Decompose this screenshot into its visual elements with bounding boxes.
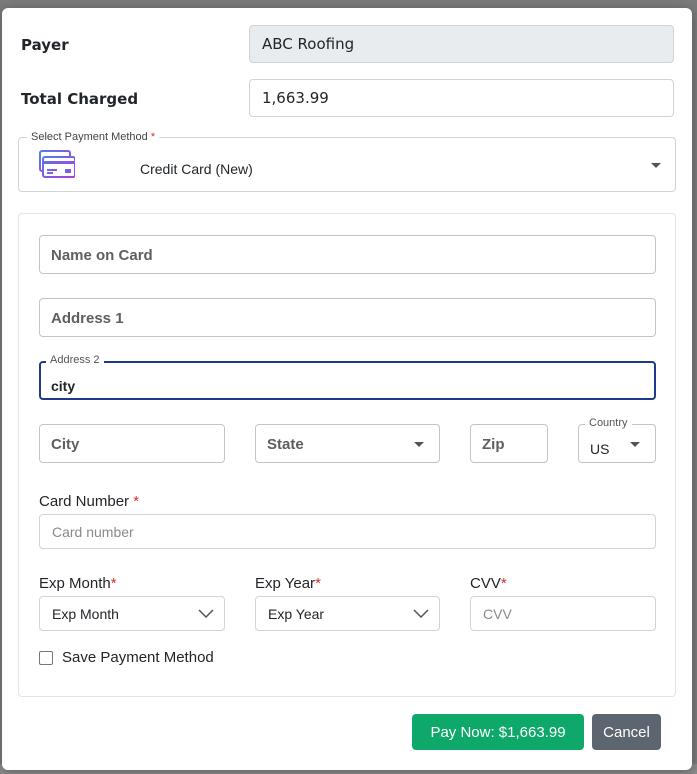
payment-modal: Payer ABC Roofing Total Charged 1,663.99… <box>2 8 692 770</box>
total-charged-field[interactable]: 1,663.99 <box>249 79 674 117</box>
exp-month-select[interactable]: Exp Month <box>39 596 225 631</box>
zip-placeholder: Zip <box>482 436 505 453</box>
exp-month-value: Exp Month <box>52 605 119 622</box>
chevron-down-icon <box>413 609 429 618</box>
address2-label: Address 2 <box>46 354 104 366</box>
address2-input[interactable]: Address 2 city <box>39 354 656 400</box>
cvv-label: CVV* <box>470 575 507 592</box>
address1-input[interactable]: Address 1 <box>39 298 656 337</box>
chevron-down-icon <box>198 609 214 618</box>
city-input[interactable]: City <box>39 424 225 463</box>
save-payment-method-label: Save Payment Method <box>62 649 214 666</box>
payment-method-select[interactable]: Select Payment Method * Credit Card (New… <box>18 131 676 192</box>
caret-down-icon <box>651 163 661 168</box>
card-number-label: Card Number * <box>39 493 140 510</box>
exp-month-label: Exp Month* <box>39 575 117 592</box>
credit-card-icon <box>39 150 75 178</box>
state-placeholder: State <box>267 436 304 453</box>
cancel-button[interactable]: Cancel <box>592 714 661 750</box>
payer-label: Payer <box>21 36 69 54</box>
exp-year-select[interactable]: Exp Year <box>255 596 440 631</box>
exp-year-label: Exp Year* <box>255 575 321 592</box>
total-charged-label: Total Charged <box>21 90 139 108</box>
cvv-input[interactable]: CVV <box>470 596 656 631</box>
address1-placeholder: Address 1 <box>51 310 124 327</box>
caret-down-icon <box>414 442 424 447</box>
payment-method-legend: Select Payment Method * <box>27 131 160 143</box>
country-label: Country <box>585 417 632 429</box>
card-number-input[interactable]: Card number <box>39 514 656 549</box>
name-on-card-input[interactable]: Name on Card <box>39 235 656 274</box>
name-on-card-placeholder: Name on Card <box>51 247 153 264</box>
payment-method-value: Credit Card (New) <box>140 161 253 177</box>
payer-field[interactable]: ABC Roofing <box>249 25 674 63</box>
zip-input[interactable]: Zip <box>470 424 548 463</box>
country-value: US <box>590 441 610 457</box>
save-payment-method-row[interactable]: Save Payment Method <box>39 649 214 666</box>
address2-value: city <box>51 378 76 394</box>
exp-year-value: Exp Year <box>268 605 325 622</box>
pay-now-button[interactable]: Pay Now: $1,663.99 <box>412 714 584 750</box>
caret-down-icon <box>630 442 640 447</box>
country-select[interactable]: Country US <box>578 417 656 463</box>
city-placeholder: City <box>51 436 80 453</box>
state-select[interactable]: State <box>255 424 440 463</box>
save-payment-method-checkbox[interactable] <box>39 650 53 665</box>
